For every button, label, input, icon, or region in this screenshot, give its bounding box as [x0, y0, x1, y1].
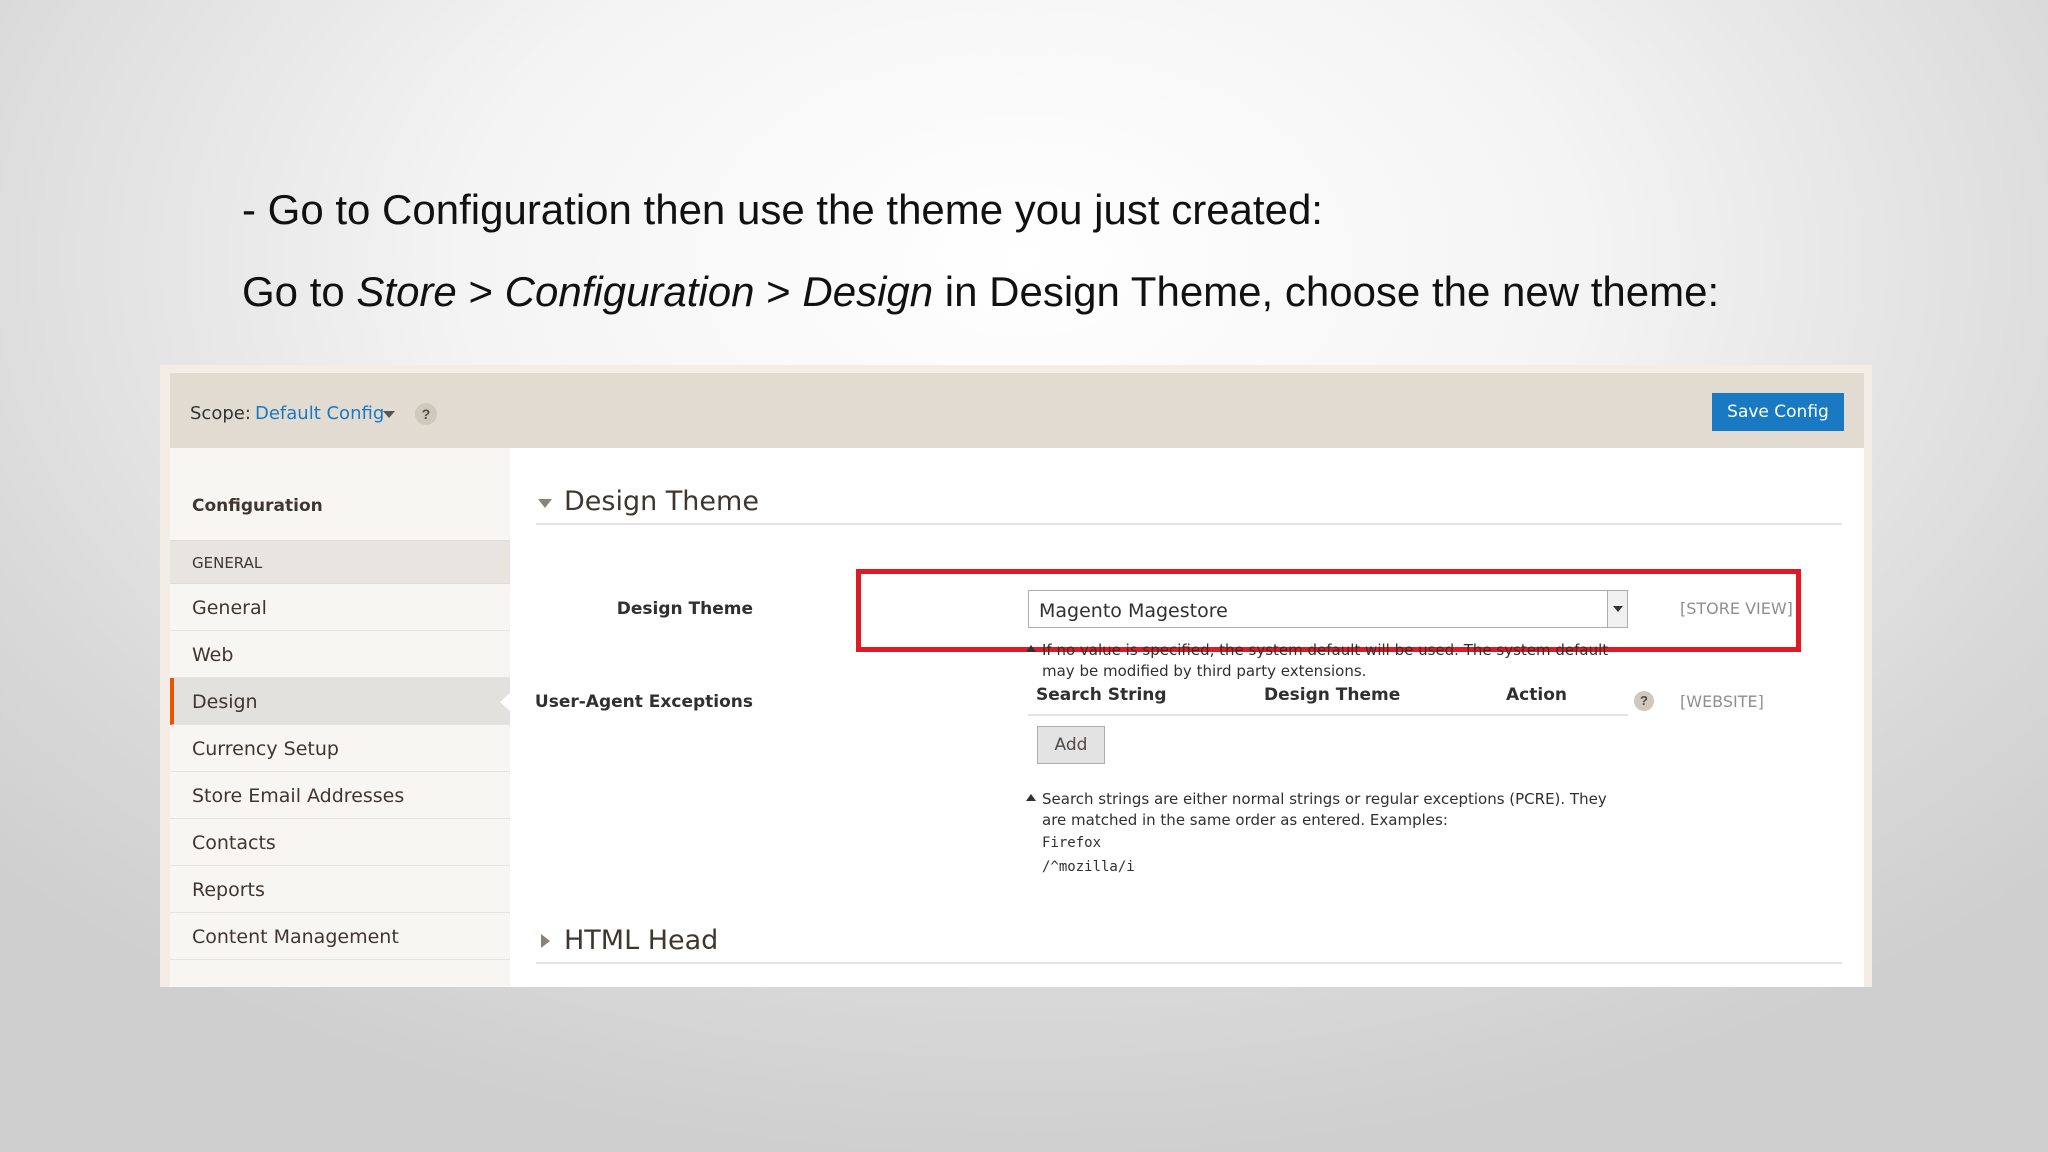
caret-down-icon	[538, 499, 552, 508]
caret-up-icon	[1026, 645, 1036, 652]
note-line: Search strings are either normal strings…	[1042, 790, 1607, 808]
admin-panel: Scope: Default Config ? Save Config Conf…	[170, 373, 1864, 987]
sidebar-item-web[interactable]: Web	[170, 631, 510, 678]
line2-prefix: Go to	[242, 268, 357, 315]
column-header: Design Theme	[1264, 685, 1401, 705]
sidebar-item-content-management[interactable]: Content Management	[170, 913, 510, 960]
html-head-section-header[interactable]: HTML Head	[536, 920, 1842, 964]
note-line: are matched in the same order as entered…	[1042, 811, 1448, 829]
dropdown-arrow-icon[interactable]	[1607, 591, 1627, 627]
sidebar-item-label: Web	[192, 644, 234, 666]
scope-label: Scope:	[190, 403, 251, 424]
line2-configuration: Configuration	[504, 268, 755, 315]
line2-design: Design	[802, 268, 934, 315]
user-agent-exceptions-label: User-Agent Exceptions	[534, 692, 753, 712]
sidebar-item-label: Design	[192, 691, 258, 713]
sidebar-group-label: GENERAL	[192, 554, 263, 572]
sidebar-group-general[interactable]: GENERAL	[170, 540, 510, 584]
column-header: Action	[1506, 685, 1567, 705]
chevron-down-icon[interactable]	[383, 411, 395, 418]
design-theme-note: If no value is specified, the system def…	[1026, 640, 1608, 682]
line2-suffix: in Design Theme, choose the new theme:	[933, 268, 1720, 315]
sidebar-item-label: General	[192, 597, 267, 619]
sidebar-item-label: Reports	[192, 879, 265, 901]
help-icon[interactable]: ?	[415, 403, 437, 425]
sidebar-item-contacts[interactable]: Contacts	[170, 819, 510, 866]
example-line: Firefox	[1042, 835, 1102, 851]
sidebar-item-general[interactable]: General	[170, 584, 510, 631]
caret-right-icon	[541, 934, 550, 948]
note-line: If no value is specified, the system def…	[1042, 641, 1609, 659]
add-exception-button[interactable]: Add	[1037, 726, 1105, 764]
help-icon[interactable]: ?	[1634, 691, 1654, 711]
sidebar-item-design[interactable]: Design	[170, 678, 511, 725]
website-scope-label: [WEBSITE]	[1680, 692, 1764, 711]
design-theme-section-header[interactable]: Design Theme	[536, 481, 1842, 525]
config-sidebar: Configuration GENERAL General Web Design…	[170, 448, 511, 987]
sidebar-item-label: Currency Setup	[192, 738, 339, 760]
sidebar-title: Configuration	[192, 496, 323, 516]
user-agent-grid-header: Search String Design Theme Action	[1028, 680, 1628, 716]
sidebar-item-currency-setup[interactable]: Currency Setup	[170, 725, 510, 772]
slide-instruction-line-2: Go to Store > Configuration > Design in …	[242, 268, 1719, 316]
select-value: Magento Magestore	[1039, 600, 1228, 622]
line2-sep1: >	[456, 268, 505, 315]
scope-bar: Scope: Default Config ? Save Config	[170, 373, 1864, 448]
line2-store: Store	[356, 268, 457, 315]
save-config-button[interactable]: Save Config	[1712, 393, 1844, 431]
example-line: /^mozilla/i	[1042, 859, 1135, 875]
sidebar-item-reports[interactable]: Reports	[170, 866, 510, 913]
section-title: HTML Head	[564, 925, 719, 956]
user-agent-note: Search strings are either normal strings…	[1026, 789, 1607, 878]
caret-up-icon	[1026, 794, 1036, 801]
slide-instruction-line-1: - Go to Configuration then use the theme…	[242, 186, 1323, 233]
column-header: Search String	[1036, 685, 1167, 705]
scope-switcher[interactable]: Default Config	[255, 403, 384, 424]
config-main: Design Theme Design Theme Magento Magest…	[510, 448, 1864, 987]
sidebar-item-label: Contacts	[192, 832, 276, 854]
line2-sep2: >	[754, 268, 803, 315]
store-view-scope-label: [STORE VIEW]	[1680, 599, 1793, 618]
note-line: may be modified by third party extension…	[1042, 662, 1367, 680]
screenshot-frame: Scope: Default Config ? Save Config Conf…	[160, 365, 1872, 987]
design-theme-field-label: Design Theme	[616, 599, 753, 619]
sidebar-item-label: Content Management	[192, 926, 399, 948]
section-title: Design Theme	[564, 486, 759, 517]
sidebar-item-label: Store Email Addresses	[192, 785, 405, 807]
sidebar-item-store-email-addresses[interactable]: Store Email Addresses	[170, 772, 510, 819]
design-theme-select[interactable]: Magento Magestore	[1028, 590, 1628, 628]
